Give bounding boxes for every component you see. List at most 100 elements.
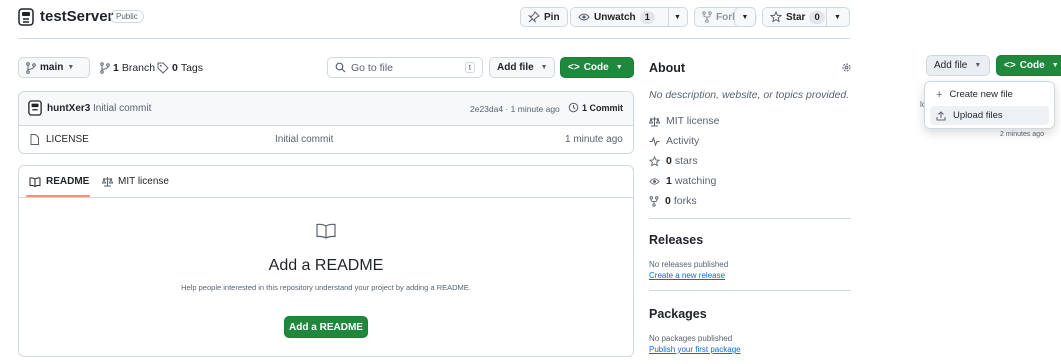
fork-icon	[702, 11, 712, 23]
commit-message-link[interactable]: Initial commit	[93, 103, 151, 114]
go-to-file-input[interactable]: Go to file t	[327, 57, 483, 78]
star-button[interactable]: Star 0 ▼	[762, 7, 850, 27]
commits-count-label: 1 Commit	[582, 102, 624, 113]
code-icon: <>	[568, 62, 580, 73]
file-commit-message-link[interactable]: Initial commit	[275, 134, 333, 145]
forks-label: forks	[673, 195, 697, 207]
readme-empty-description: Help people interested in this repositor…	[181, 283, 471, 292]
branches-label: Branch	[121, 62, 156, 74]
tag-icon	[157, 62, 169, 74]
tab-license[interactable]: MIT license	[102, 176, 169, 187]
sidebar-item-watching[interactable]: 1 watching	[649, 175, 716, 187]
sidebar-item-activity[interactable]: Activity	[649, 135, 699, 147]
commit-meta: 2e23da4 · 1 minute ago	[470, 104, 560, 114]
tab-readme-label: README	[46, 176, 90, 187]
add-readme-label: Add a README	[289, 321, 363, 333]
branch-name: main	[40, 62, 64, 73]
search-placeholder: Go to file	[351, 61, 394, 74]
branches-link[interactable]: 1 Branch	[100, 62, 155, 74]
about-heading: About	[649, 61, 686, 75]
unwatch-button[interactable]: Unwatch 1 ▼	[570, 7, 688, 27]
menu-item-create-new-file[interactable]: + Create new file	[930, 85, 1049, 104]
publish-package-link[interactable]: Publish your first package	[649, 345, 741, 354]
watching-count: 1	[666, 175, 672, 187]
code-icon: <>	[1004, 60, 1016, 71]
chevron-down-icon[interactable]: ▼	[834, 14, 841, 21]
code-button-overlay[interactable]: <> Code ▼	[996, 55, 1061, 76]
create-release-link[interactable]: Create a new release	[649, 271, 725, 280]
readme-tab-divider	[19, 197, 633, 198]
add-readme-button[interactable]: Add a README	[284, 316, 368, 338]
stars-label: stars	[674, 155, 698, 167]
eye-icon	[578, 13, 590, 21]
visibility-badge: Public	[110, 10, 144, 23]
sidebar-item-license[interactable]: MIT license	[649, 115, 720, 127]
chevron-down-icon: ▼	[540, 64, 548, 71]
sidebar-divider	[649, 218, 851, 219]
repo-name-link[interactable]: testServer	[40, 8, 113, 25]
commit-author-link[interactable]: huntXer3	[47, 103, 90, 114]
sidebar-item-forks[interactable]: 0 forks	[649, 195, 697, 207]
file-name-link[interactable]: LICENSE	[46, 134, 89, 145]
code-label: Code	[583, 62, 609, 73]
pin-button[interactable]: Pin	[520, 7, 568, 27]
fork-menu-button[interactable]: ▼	[734, 7, 756, 27]
releases-heading[interactable]: Releases	[649, 233, 703, 247]
background-text-fragment: 2 minutes ago	[1000, 131, 1044, 138]
activity-label: Activity	[666, 135, 700, 147]
chevron-down-icon[interactable]: ▼	[674, 14, 681, 21]
chevron-down-icon: ▼	[974, 62, 982, 69]
gear-icon[interactable]	[841, 62, 852, 76]
tab-active-underline	[26, 195, 90, 197]
eye-icon	[649, 177, 660, 185]
star-icon	[770, 11, 782, 23]
tags-label: Tags	[180, 62, 204, 74]
branches-count: 1	[113, 62, 119, 74]
book-icon	[29, 176, 41, 187]
forks-count: 0	[665, 195, 671, 207]
chevron-down-icon: ▼	[741, 13, 749, 21]
unwatch-count: 1	[639, 10, 655, 24]
watching-label: watching	[674, 175, 717, 187]
packages-heading[interactable]: Packages	[649, 307, 707, 321]
star-count: 0	[809, 10, 825, 24]
plus-icon: +	[936, 88, 943, 101]
upload-icon	[936, 110, 946, 120]
readme-empty-title: Add a README	[268, 257, 384, 274]
code-label: Code	[1019, 60, 1045, 71]
add-file-label: Add file	[497, 62, 534, 73]
repo-avatar-icon	[18, 8, 34, 29]
book-icon	[316, 223, 336, 242]
branch-icon	[26, 61, 36, 74]
tab-readme[interactable]: README	[29, 176, 89, 187]
search-icon	[335, 62, 346, 73]
add-file-button[interactable]: Add file ▼	[489, 57, 555, 78]
add-file-label: Add file	[934, 60, 968, 71]
file-icon	[30, 134, 39, 148]
branch-select[interactable]: main ▼	[18, 57, 90, 78]
pin-label: Pin	[544, 11, 560, 23]
packages-empty-text: No packages published	[649, 334, 733, 343]
header-divider	[18, 38, 850, 39]
menu-item-label: Upload files	[953, 110, 1003, 121]
law-icon	[649, 116, 660, 126]
law-icon	[102, 177, 113, 187]
add-file-button-overlay[interactable]: Add file ▼	[926, 55, 990, 76]
unwatch-label: Unwatch	[594, 11, 636, 23]
sidebar-divider	[649, 290, 851, 291]
star-label: Star	[786, 11, 806, 23]
tags-link[interactable]: 0 Tags	[157, 62, 203, 74]
pin-icon	[528, 11, 540, 23]
pulse-icon	[649, 136, 660, 146]
license-label: MIT license	[666, 115, 720, 127]
branch-icon	[100, 62, 110, 74]
code-button[interactable]: <> Code ▼	[560, 57, 634, 78]
tab-license-label: MIT license	[118, 176, 169, 187]
avatar	[28, 100, 42, 119]
chevron-down-icon: ▼	[67, 64, 75, 71]
commits-history-link[interactable]: 1 Commit	[568, 102, 623, 113]
sidebar-item-stars[interactable]: 0 stars	[649, 155, 698, 167]
menu-item-upload-files[interactable]: Upload files	[930, 106, 1049, 125]
tags-count: 0	[172, 62, 178, 74]
file-time: 1 minute ago	[565, 134, 623, 145]
